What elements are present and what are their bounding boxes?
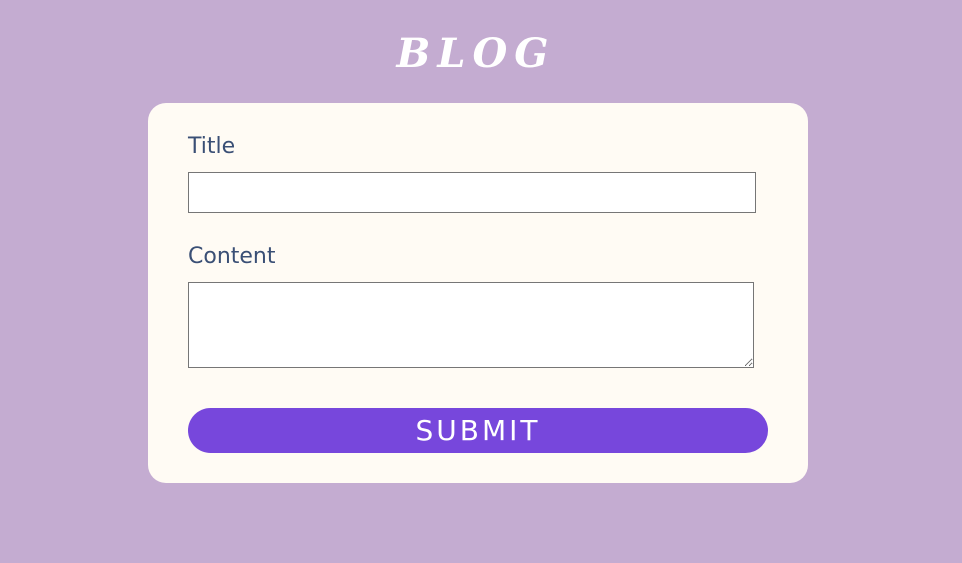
content-textarea[interactable]: [188, 282, 754, 368]
title-label: Title: [188, 134, 236, 159]
blog-form-card: Title Content SUBMIT: [148, 103, 808, 483]
page-title: BLOG: [396, 30, 556, 77]
title-input[interactable]: [188, 172, 756, 213]
submit-button[interactable]: SUBMIT: [188, 408, 768, 453]
content-label: Content: [188, 244, 276, 269]
